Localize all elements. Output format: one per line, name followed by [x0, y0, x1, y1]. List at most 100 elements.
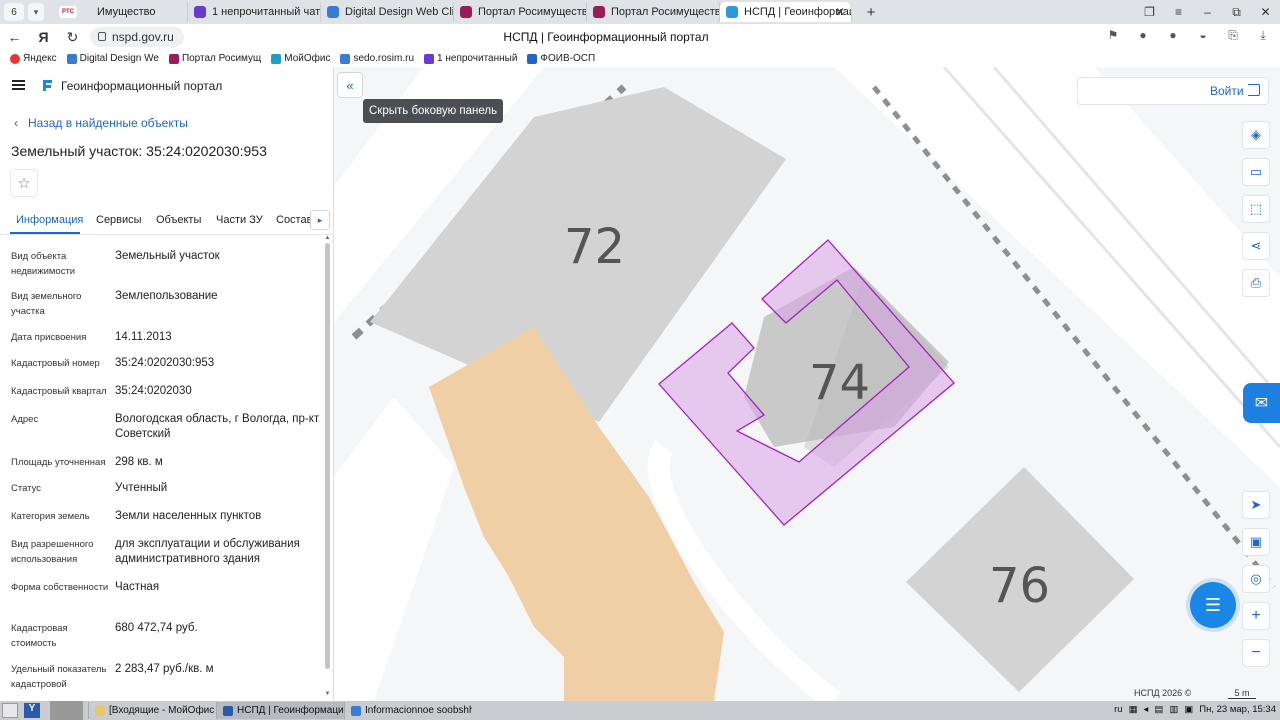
scroll-thumb[interactable]: [325, 243, 330, 669]
tab-services[interactable]: Сервисы: [96, 214, 142, 226]
sidebar-scrollbar[interactable]: ▲ ▼: [323, 235, 332, 699]
property-key: Адрес: [11, 414, 39, 425]
collapse-sidebar-button[interactable]: «: [337, 72, 363, 98]
page-title: НСПД | Геоинформационный портал: [503, 30, 709, 44]
tab-count-badge[interactable]: 6: [4, 3, 24, 21]
back-to-results-link[interactable]: ‹ Назад в найденные объекты: [14, 116, 188, 130]
map-canvas[interactable]: 72 74 76: [334, 67, 1280, 701]
browser-tab[interactable]: Digital Design Web Client: [321, 2, 454, 22]
extension-icon[interactable]: ●: [1164, 26, 1182, 44]
ruler-icon[interactable]: ▭: [1242, 158, 1270, 186]
portal-name: Геоинформационный портал: [61, 79, 223, 93]
login-button[interactable]: Войти: [1210, 84, 1244, 98]
bookmark-item[interactable]: 1 непрочитанный: [424, 53, 517, 64]
bookmark-item[interactable]: Digital Design We: [66, 53, 159, 64]
restore-icon[interactable]: ⧉: [1222, 5, 1251, 20]
chevron-down-icon[interactable]: ▾: [28, 3, 44, 21]
taskbar-app-label: НСПД | Геоинформацио...: [237, 705, 344, 716]
browser-tab[interactable]: Портал Росимущества: [454, 2, 587, 22]
minimize-icon[interactable]: –: [1193, 5, 1222, 19]
bookmark-label: 1 непрочитанный: [437, 53, 518, 64]
tray-icon[interactable]: ▦: [1129, 704, 1138, 715]
bookmark-label: ФОИВ-ОСП: [540, 53, 596, 64]
volume-icon[interactable]: ◂: [1144, 704, 1149, 715]
property-value: Земли населенных пунктов: [115, 510, 262, 522]
zoom-out-icon[interactable]: −: [1242, 639, 1270, 667]
taskbar-app-label: Informacionnoe soobshhe...: [365, 705, 472, 716]
extension-icon[interactable]: ⎘: [1224, 26, 1242, 44]
browser-tab[interactable]: РТС Имущество: [53, 2, 188, 22]
support-chat-icon[interactable]: ✉: [1243, 383, 1280, 423]
browser-extensions: ⚑ ● ● ◒ ⎘ ⤓: [1104, 26, 1272, 44]
property-value: Учтенный: [115, 482, 168, 494]
close-icon[interactable]: ✕: [835, 5, 845, 19]
close-window-icon[interactable]: ✕: [1251, 5, 1280, 19]
tab-composition[interactable]: Состав: [276, 214, 312, 226]
minimap-icon[interactable]: ▣: [1242, 528, 1270, 556]
tab-label: Портал Росимущества: [478, 6, 587, 18]
navigate-icon[interactable]: ➤: [1242, 491, 1270, 519]
desktop-button[interactable]: [50, 701, 83, 720]
document-icon: [327, 6, 339, 18]
tab-parts[interactable]: Части ЗУ: [216, 214, 263, 226]
layers-icon[interactable]: ◈: [1242, 121, 1270, 149]
bookmark-item[interactable]: МойОфис: [271, 53, 330, 64]
share-icon[interactable]: ⋖: [1242, 232, 1270, 260]
extension-icon[interactable]: ◒: [1194, 26, 1212, 44]
bookmark-item[interactable]: ФОИВ-ОСП: [527, 53, 595, 64]
yandex-icon: [10, 53, 20, 64]
property-value: Земельный участок: [115, 250, 220, 262]
hamburger-menu-icon[interactable]: [12, 80, 25, 90]
bookmark-icon[interactable]: ⚑: [1104, 26, 1122, 44]
bookmarks-bar: Яндекс Digital Design We Портал Росимущ …: [0, 50, 1280, 67]
bookmark-item[interactable]: Яндекс: [10, 53, 57, 64]
print-icon[interactable]: ⎙: [1242, 269, 1270, 297]
yandex-icon[interactable]: Y: [24, 703, 40, 718]
tab-objects[interactable]: Объекты: [156, 214, 201, 226]
bookmark-item[interactable]: Портал Росимущ: [168, 53, 262, 64]
property-value: 35:24:0202030: [115, 385, 192, 397]
menu-icon[interactable]: ≡: [1164, 5, 1193, 19]
new-tab-icon[interactable]: +: [862, 3, 880, 21]
geolocation-icon[interactable]: ◎: [1242, 565, 1270, 593]
scroll-up-icon[interactable]: ▲: [324, 235, 331, 241]
taskbar-app[interactable]: Informacionnoe soobshhe...: [344, 702, 472, 719]
tab-info[interactable]: Информация: [16, 214, 83, 226]
browser-tab[interactable]: Портал Росимущества: [587, 2, 720, 22]
browser-tab[interactable]: 1 непрочитанный чат: [188, 2, 321, 22]
bookmark-item[interactable]: sedo.rosim.ru: [340, 53, 414, 64]
rts-icon: РТС: [59, 6, 77, 18]
property-key: Вид разрешенного использования: [11, 539, 94, 565]
message-icon[interactable]: ☰: [1190, 582, 1236, 628]
property-value: 2 283,47 руб./кв. м: [115, 663, 214, 675]
download-icon[interactable]: ⤓: [1254, 26, 1272, 44]
property-key: Площадь уточненная: [11, 457, 106, 468]
taskbar-app-label: [Входящие - МойОфис П...: [109, 705, 216, 716]
clock[interactable]: Пн, 23 мар, 15:34: [1199, 704, 1276, 715]
browser-tab-active[interactable]: НСПД | Геоинформаци ✕: [720, 2, 852, 22]
extension-icon[interactable]: ●: [1134, 26, 1152, 44]
building-number-label: 74: [809, 355, 870, 411]
zoom-in-icon[interactable]: +: [1242, 602, 1270, 630]
tray-icon[interactable]: ▤: [1154, 704, 1163, 715]
start-icon[interactable]: [2, 703, 18, 718]
login-icon[interactable]: [1248, 84, 1260, 96]
taskbar-app-active[interactable]: НСПД | Геоинформацио...: [216, 702, 344, 719]
language-indicator[interactable]: ru: [1114, 704, 1122, 715]
bookmark-label: Портал Росимущ: [181, 53, 262, 64]
tabs-overview-icon[interactable]: ❐: [1135, 5, 1164, 19]
cloud-icon: [271, 53, 282, 64]
chat-icon: [424, 53, 435, 64]
tray-icon[interactable]: ▥: [1169, 704, 1178, 715]
document-icon: [66, 53, 77, 64]
property-key: Кадастровый квартал: [11, 386, 107, 397]
area-select-icon[interactable]: ⬚: [1242, 195, 1270, 223]
tray-icon[interactable]: ▣: [1184, 704, 1193, 715]
rosim-icon: [168, 53, 179, 64]
star-icon[interactable]: ☆: [10, 169, 38, 197]
taskbar-app[interactable]: [Входящие - МойОфис П...: [88, 702, 216, 719]
chevron-right-icon[interactable]: ▸: [310, 210, 330, 230]
scroll-down-icon[interactable]: ▼: [324, 691, 331, 697]
property-key: Дата присвоения: [11, 332, 87, 343]
bookmark-label: sedo.rosim.ru: [353, 53, 415, 64]
